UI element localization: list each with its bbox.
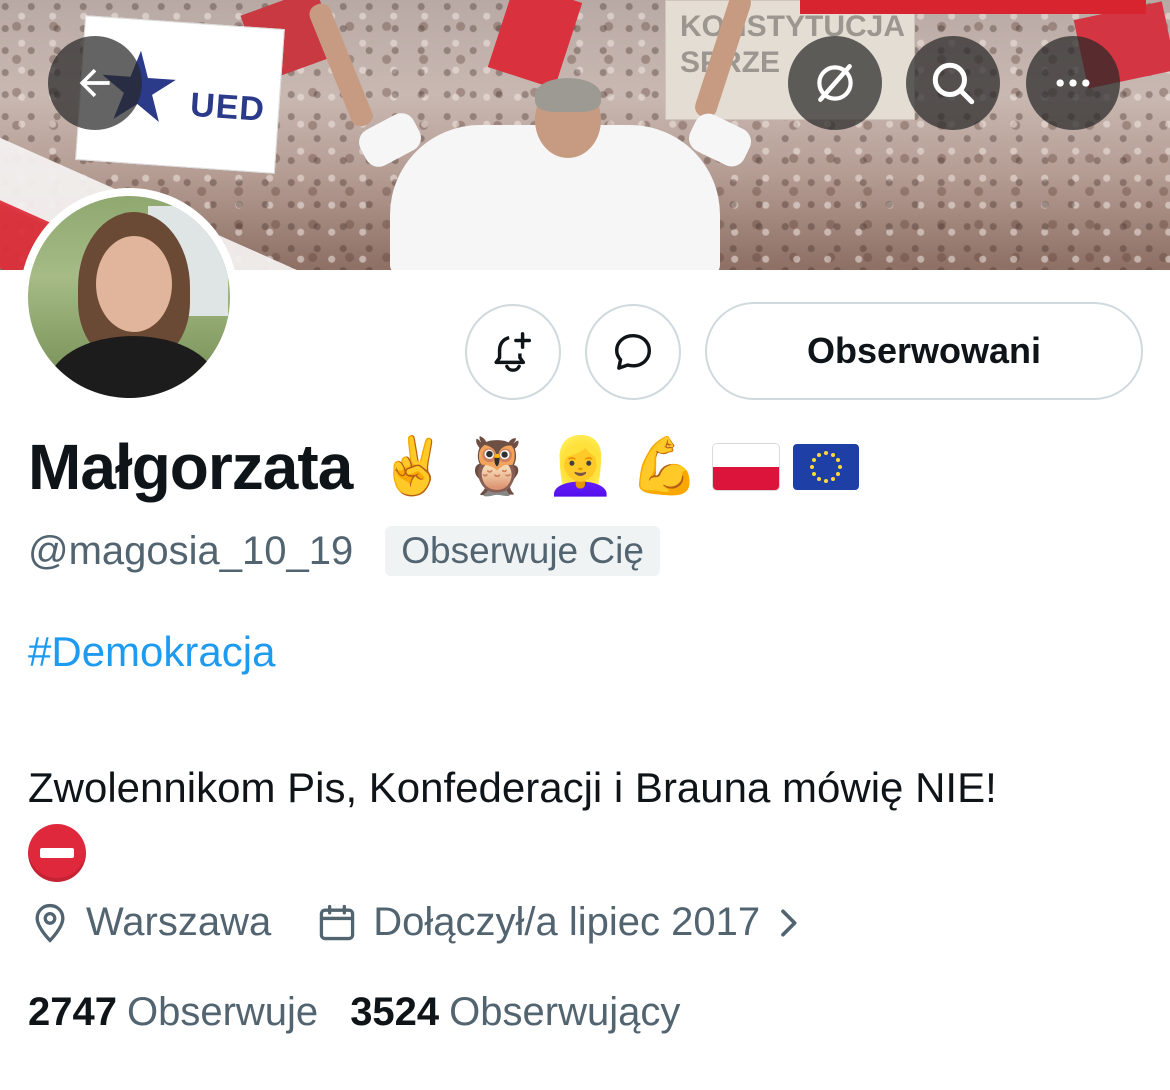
avatar-image [28, 196, 230, 398]
calendar-icon [319, 904, 355, 940]
owl-emoji: 🦉 [462, 434, 532, 499]
follow-stats: 2747 Obserwuje 3524 Obserwujący [28, 990, 680, 1035]
join-date-text: Dołączył/a lipiec 2017 [373, 900, 761, 944]
location-text: Warszawa [86, 900, 272, 944]
followers-count: 3524 [350, 990, 440, 1034]
banner-red-tag [800, 0, 1146, 14]
profile-meta: Warszawa Dołączył/a lipiec 2017 [28, 900, 822, 945]
poland-flag-icon [713, 444, 780, 490]
follows-you-badge: Obserwuje Cię [385, 526, 660, 576]
banner-person-hair [535, 78, 601, 112]
display-name: Małgorzata [28, 431, 353, 503]
location-pin-icon [35, 903, 65, 943]
back-arrow-icon [79, 68, 110, 98]
avatar[interactable] [20, 188, 238, 406]
following-button[interactable]: Obserwowani [705, 302, 1143, 400]
handle-row: @magosia_10_19 Obserwuje Cię [28, 526, 660, 576]
chevron-right-icon [781, 909, 797, 936]
bio-text: Zwolennikom Pis, Konfederacji i Brauna m… [28, 764, 997, 811]
eu-flag-icon [793, 444, 860, 490]
followers-stat[interactable]: 3524 Obserwujący [350, 990, 680, 1035]
message-bubble-icon [614, 333, 652, 370]
message-button[interactable] [585, 304, 681, 400]
location: Warszawa [28, 900, 271, 945]
more-button[interactable] [1026, 36, 1120, 130]
grok-icon [817, 64, 853, 102]
flexed-biceps-emoji: 💪 [629, 434, 700, 499]
followers-label: Obserwujący [449, 990, 681, 1034]
join-date[interactable]: Dołączył/a lipiec 2017 [315, 900, 822, 945]
following-count: 2747 [28, 990, 117, 1034]
victory-hand-emoji: ✌️ [378, 434, 449, 499]
following-stat[interactable]: 2747 Obserwuje [28, 990, 318, 1035]
following-label: Obserwuje [126, 990, 319, 1034]
profile-handle: @magosia_10_19 [28, 528, 354, 573]
no-entry-icon [28, 824, 86, 882]
search-icon [932, 62, 975, 105]
profile-bio: Zwolennikom Pis, Konfederacji i Brauna m… [28, 760, 1148, 882]
banner-person [390, 70, 730, 270]
hashtag-link[interactable]: #Demokracja [28, 628, 275, 676]
bell-plus-icon [494, 332, 532, 372]
grok-button[interactable] [788, 36, 882, 130]
blonde-woman-emoji: 👱‍♀️ [545, 434, 616, 499]
avatar-body [48, 336, 218, 398]
banner-ued-text: UED [188, 85, 267, 129]
profile-name-row: Małgorzata ✌️ 🦉 👱‍♀️ 💪 [28, 430, 860, 504]
avatar-face [96, 236, 172, 332]
more-icon [1056, 79, 1090, 87]
search-button[interactable] [906, 36, 1000, 130]
back-button[interactable] [48, 36, 142, 130]
name-emoji-group: ✌️ 🦉 👱‍♀️ 💪 [378, 434, 860, 499]
notifications-button[interactable] [465, 304, 561, 400]
